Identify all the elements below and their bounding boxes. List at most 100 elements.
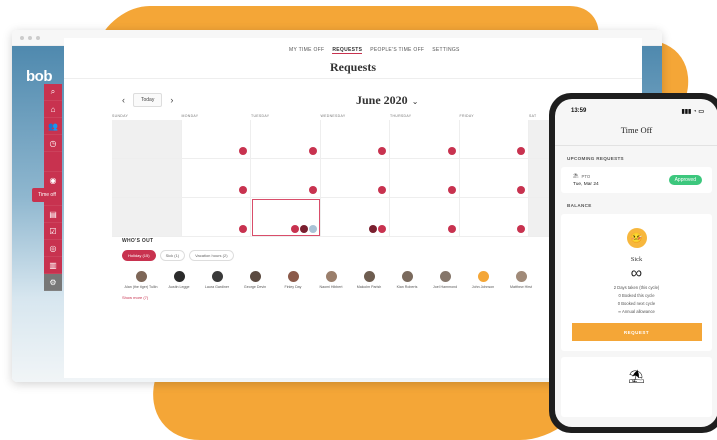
avatar bbox=[515, 271, 527, 282]
window-dot[interactable] bbox=[28, 35, 32, 40]
avatar bbox=[249, 271, 261, 282]
tasks-icon[interactable]: ☑ bbox=[44, 223, 62, 240]
people-icon[interactable]: 👥 bbox=[44, 118, 62, 135]
tab-peoples-time-off[interactable]: PEOPLE'S TIME OFF bbox=[370, 47, 424, 54]
person-name: Matthew Hirst bbox=[510, 285, 532, 289]
person-card[interactable]: Finley Day bbox=[274, 271, 312, 290]
calendar-day[interactable] bbox=[251, 120, 321, 159]
signal-wifi-battery-icon: ▮▮▮ ◔ ▭ bbox=[681, 109, 704, 115]
filter-sick[interactable]: Sick (1) bbox=[159, 250, 186, 261]
docs-icon[interactable]: ▤ bbox=[44, 206, 62, 223]
weekday-label: FRIDAY bbox=[459, 114, 474, 118]
request-card[interactable]: ⛱ PTO Tue, Mar 24 Approved bbox=[561, 167, 712, 193]
calendar-day[interactable] bbox=[459, 198, 529, 237]
person-card[interactable]: Kian Roberts bbox=[388, 271, 426, 290]
person-card[interactable]: Malcolm Parish bbox=[350, 271, 388, 290]
search-icon[interactable]: ⌕ bbox=[44, 84, 62, 101]
request-count-badge[interactable] bbox=[239, 186, 247, 194]
filter-holiday[interactable]: Holiday (15) bbox=[122, 250, 156, 261]
chevron-right-icon[interactable]: › bbox=[170, 95, 173, 105]
weekday-label: TUESDAY bbox=[251, 114, 270, 118]
window-dot[interactable] bbox=[20, 35, 24, 40]
person-card[interactable]: Austin Legge bbox=[160, 271, 198, 290]
tab-requests[interactable]: REQUESTS bbox=[332, 47, 363, 54]
clock-icon[interactable]: ◷ bbox=[44, 135, 62, 152]
whos-out-title: WHO'S OUT bbox=[122, 238, 154, 244]
goals-icon[interactable]: ◎ bbox=[44, 240, 62, 257]
request-count-badge[interactable] bbox=[378, 186, 386, 194]
calendar-day[interactable] bbox=[112, 198, 182, 237]
request-count-badge[interactable] bbox=[308, 147, 317, 155]
calendar-day[interactable] bbox=[459, 120, 529, 159]
calendar-day[interactable] bbox=[459, 159, 529, 198]
phone-screen: 13:59 ▮▮▮ ◔ ▭ Time Off UPCOMING REQUESTS… bbox=[555, 99, 717, 427]
calendar-day[interactable] bbox=[251, 159, 321, 198]
calendar-day[interactable] bbox=[320, 159, 390, 198]
request-count-badge[interactable] bbox=[308, 186, 317, 194]
avatar bbox=[287, 271, 299, 282]
request-count-badge[interactable] bbox=[239, 147, 247, 155]
chevron-left-icon[interactable]: ‹ bbox=[122, 95, 125, 105]
calendar-day[interactable] bbox=[390, 120, 460, 159]
page-title: Requests bbox=[329, 60, 376, 74]
request-count-badge[interactable] bbox=[308, 225, 317, 233]
settings-icon[interactable]: ⚙ bbox=[44, 274, 62, 291]
person-name: Laura Gardiner bbox=[204, 285, 230, 289]
month-label: June 2020 bbox=[356, 93, 408, 107]
calendar-day[interactable] bbox=[390, 198, 460, 237]
person-card[interactable]: John Johnson bbox=[464, 271, 502, 290]
person-card[interactable]: George Devin bbox=[236, 271, 274, 290]
calendar-day[interactable] bbox=[181, 198, 251, 237]
request-button[interactable]: REQUEST bbox=[571, 323, 702, 341]
tab-my-time-off[interactable]: MY TIME OFF bbox=[289, 47, 324, 54]
show-more-link[interactable]: Show more (7) bbox=[122, 295, 622, 300]
balance-stat: 0 Booked this cycle bbox=[618, 293, 655, 298]
phone-mockup: 13:59 ▮▮▮ ◔ ▭ Time Off UPCOMING REQUESTS… bbox=[549, 93, 717, 433]
sidebar-item-time-off[interactable]: Time off bbox=[32, 188, 62, 202]
person-card[interactable]: Naomi Hibbert bbox=[312, 271, 350, 290]
person-card[interactable]: Laura Gardiner bbox=[198, 271, 236, 290]
balance-stat: ∞ Annual allowance bbox=[618, 309, 655, 314]
request-count-badge[interactable] bbox=[239, 225, 247, 233]
request-count-badge[interactable] bbox=[299, 225, 308, 233]
calendar-day[interactable] bbox=[112, 120, 182, 159]
sick-emoji-icon: 🤒 bbox=[626, 228, 647, 248]
month-selector[interactable]: June 2020 ⌄ bbox=[356, 93, 418, 108]
request-count-badge[interactable] bbox=[517, 225, 525, 233]
request-count-badge[interactable] bbox=[447, 225, 456, 233]
calendar-day-selected[interactable] bbox=[251, 198, 321, 237]
request-count-badge[interactable] bbox=[378, 147, 386, 155]
window-dot[interactable] bbox=[36, 35, 40, 40]
home-icon[interactable]: ⌂ bbox=[44, 101, 62, 118]
eye-icon[interactable]: ◉ bbox=[44, 172, 62, 189]
request-count-badge[interactable] bbox=[517, 147, 525, 155]
people-list: Alan (the tiger) Tullin Austin Legge Lau… bbox=[122, 271, 622, 290]
request-count-badge[interactable] bbox=[378, 225, 386, 233]
calendar-day[interactable] bbox=[181, 159, 251, 198]
request-type: ⛱ PTO bbox=[573, 173, 599, 179]
request-count-badge[interactable] bbox=[290, 225, 299, 233]
request-count-badge[interactable] bbox=[369, 225, 377, 233]
calendar-day[interactable] bbox=[320, 120, 390, 159]
tab-settings[interactable]: SETTINGS bbox=[432, 47, 459, 54]
calendar-day[interactable] bbox=[181, 120, 251, 159]
person-name: Finley Day bbox=[284, 285, 302, 289]
calendar-day[interactable] bbox=[390, 159, 460, 198]
person-card[interactable]: Alan (the tiger) Tullin bbox=[122, 271, 160, 290]
person-card[interactable]: Matthew Hirst bbox=[502, 271, 540, 290]
analytics-icon[interactable]: ▥ bbox=[44, 257, 62, 274]
weekday-label: THURSDAY bbox=[390, 114, 412, 118]
request-count-badge[interactable] bbox=[447, 186, 456, 194]
avatar bbox=[173, 271, 185, 282]
today-button[interactable]: Today bbox=[133, 93, 163, 107]
time-off-icon[interactable] bbox=[44, 152, 62, 172]
calendar-day[interactable] bbox=[112, 159, 182, 198]
person-card[interactable]: Joel Hammond bbox=[426, 271, 464, 290]
calendar-day[interactable] bbox=[320, 198, 390, 237]
request-count-badge[interactable] bbox=[517, 186, 525, 194]
request-count-badge[interactable] bbox=[447, 147, 456, 155]
avatar bbox=[439, 271, 451, 282]
avatar bbox=[363, 271, 375, 282]
filter-vacation-hours[interactable]: Vacation hours (2) bbox=[189, 250, 234, 261]
avatar bbox=[325, 271, 337, 282]
